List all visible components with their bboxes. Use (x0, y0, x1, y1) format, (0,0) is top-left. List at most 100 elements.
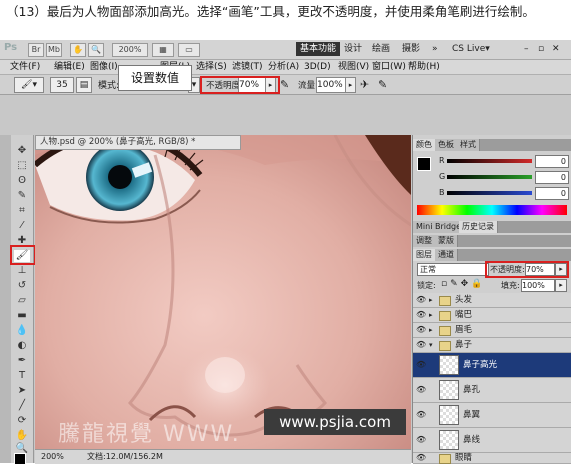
fill-slider-button[interactable]: ▸ (555, 279, 567, 292)
minimize-button[interactable]: – (520, 42, 533, 56)
color-spectrum-ramp[interactable] (417, 205, 567, 215)
flow-slider-button[interactable]: ▸ (345, 77, 356, 93)
eraser-tool-icon[interactable]: ▱ (14, 295, 30, 307)
stamp-tool-icon[interactable]: ⊥ (14, 265, 30, 277)
tool-preset-picker[interactable]: 🖌▾ (14, 77, 44, 93)
bridge-button[interactable]: Br (28, 43, 44, 57)
zoom-level-select[interactable]: 200% (112, 43, 148, 57)
type-tool-icon[interactable]: T (14, 370, 30, 382)
menu-file[interactable]: 文件(F) (10, 61, 40, 73)
brush-panel-toggle[interactable]: ▤ (76, 77, 92, 93)
collapse-arrow-icon[interactable]: ▾ (429, 338, 433, 352)
crop-tool-icon[interactable]: ⌗ (14, 205, 30, 217)
tab-history[interactable]: 历史记录 (459, 221, 498, 233)
airbrush-icon[interactable]: ✈ (360, 78, 369, 91)
restore-button[interactable]: ▫ (534, 42, 548, 56)
visibility-eye-icon[interactable]: 👁 (416, 353, 426, 377)
3d-rotate-tool-icon[interactable]: ⟳ (14, 415, 30, 427)
visibility-eye-icon[interactable]: 👁 (416, 378, 426, 402)
history-brush-tool-icon[interactable]: ↺ (14, 280, 30, 292)
visibility-eye-icon[interactable]: 👁 (416, 428, 426, 452)
blur-tool-icon[interactable]: 💧 (14, 325, 30, 337)
flow-field[interactable]: 100% (316, 77, 346, 93)
blend-mode-select[interactable]: 正常 (417, 263, 489, 276)
visibility-eye-icon[interactable]: 👁 (416, 338, 426, 352)
eyedropper-tool-icon[interactable]: ⁄ (14, 220, 30, 232)
tab-adjustments[interactable]: 调整 (413, 235, 436, 247)
workspace-design[interactable]: 设计 (340, 42, 366, 56)
pressure-size-icon[interactable]: ✎ (378, 78, 387, 91)
menu-3d[interactable]: 3D(D) (304, 61, 331, 73)
tab-mini-bridge[interactable]: Mini Bridge (413, 221, 466, 233)
visibility-eye-icon[interactable]: 👁 (416, 323, 426, 337)
layer-group-nose[interactable]: 👁 ▾ 鼻子 (413, 338, 571, 353)
visibility-eye-icon[interactable]: 👁 (416, 453, 426, 463)
r-slider[interactable] (447, 159, 532, 163)
pressure-opacity-icon[interactable]: ✎ (280, 78, 289, 91)
fg-color-swatch[interactable] (417, 157, 431, 171)
workspace-essentials[interactable]: 基本功能 (296, 42, 341, 56)
gradient-tool-icon[interactable]: ▬ (14, 310, 30, 322)
layer-group-eyes[interactable]: 👁 眼睛 (413, 453, 571, 464)
lasso-tool-icon[interactable]: ʘ (14, 175, 30, 187)
tab-color[interactable]: 颜色 (413, 139, 436, 151)
screen-mode-icon[interactable]: ▭ (178, 43, 200, 57)
marquee-tool-icon[interactable]: ⬚ (14, 160, 30, 172)
status-zoom[interactable]: 200% (41, 450, 64, 464)
g-label: G (439, 172, 446, 181)
g-value[interactable]: 0 (535, 171, 569, 184)
arrange-docs-icon[interactable]: ▦ (152, 43, 174, 57)
lock-icons[interactable]: ▫✎✥🔒 (441, 279, 485, 289)
zoom-icon[interactable]: 🔍 (88, 43, 104, 57)
cslive-button[interactable]: CS Live▾ (448, 42, 494, 56)
minibridge-button[interactable]: Mb (46, 43, 62, 57)
tab-swatches[interactable]: 色板 (435, 139, 458, 151)
expand-arrow-icon[interactable]: ▸ (429, 308, 433, 322)
shape-tool-icon[interactable]: ╱ (14, 400, 30, 412)
tab-channels[interactable]: 通道 (435, 249, 458, 261)
tab-layers[interactable]: 图层 (413, 249, 436, 261)
visibility-eye-icon[interactable]: 👁 (416, 293, 426, 307)
expand-arrow-icon[interactable]: ▸ (429, 293, 433, 307)
document-tab[interactable]: 人物.psd @ 200% (鼻子高光, RGB/8) * (35, 135, 241, 150)
menu-view[interactable]: 视图(V) (338, 61, 369, 73)
workspace-photography[interactable]: 摄影 (398, 42, 424, 56)
menu-filter[interactable]: 滤镜(T) (232, 61, 263, 73)
folder-open-icon (439, 341, 451, 351)
close-button[interactable]: ✕ (548, 42, 564, 56)
b-value[interactable]: 0 (535, 187, 569, 200)
layer-group-eyebrows[interactable]: 👁 ▸ 眉毛 (413, 323, 571, 338)
pen-tool-icon[interactable]: ✒ (14, 355, 30, 367)
fill-field[interactable]: 100% (521, 279, 555, 292)
more-workspaces[interactable]: » (428, 42, 442, 56)
b-slider[interactable] (447, 191, 532, 195)
menu-help[interactable]: 帮助(H) (408, 61, 440, 73)
expand-arrow-icon[interactable]: ▸ (429, 323, 433, 337)
layer-nostril[interactable]: 👁 鼻孔 (413, 378, 571, 403)
g-slider[interactable] (447, 175, 532, 179)
layer-nose-wing[interactable]: 👁 鼻翼 (413, 403, 571, 428)
menu-edit[interactable]: 编辑(E) (54, 61, 85, 73)
layer-group-hair[interactable]: 👁 ▸ 头发 (413, 293, 571, 308)
menu-window[interactable]: 窗口(W) (372, 61, 406, 73)
brush-size-picker[interactable]: 35 (50, 77, 74, 93)
tab-masks[interactable]: 蒙版 (435, 235, 458, 247)
visibility-eye-icon[interactable]: 👁 (416, 308, 426, 322)
foreground-color-swatch[interactable] (14, 453, 26, 465)
layer-group-mouth[interactable]: 👁 ▸ 嘴巴 (413, 308, 571, 323)
tab-styles[interactable]: 样式 (457, 139, 480, 151)
layer-nose-line[interactable]: 👁 鼻线 (413, 428, 571, 453)
quick-select-tool-icon[interactable]: ✎ (14, 190, 30, 202)
hand-icon[interactable]: ✋ (70, 43, 86, 57)
move-tool-icon[interactable]: ✥ (14, 145, 30, 157)
visibility-eye-icon[interactable]: 👁 (416, 403, 426, 427)
menu-analysis[interactable]: 分析(A) (268, 61, 299, 73)
r-value[interactable]: 0 (535, 155, 569, 168)
workspace-painting[interactable]: 绘画 (368, 42, 394, 56)
layer-nose-highlight[interactable]: 👁 鼻子高光 (413, 353, 571, 378)
menu-select[interactable]: 选择(S) (196, 61, 227, 73)
menu-image[interactable]: 图像(I) (90, 61, 118, 73)
path-select-tool-icon[interactable]: ➤ (14, 385, 30, 397)
dodge-tool-icon[interactable]: ◐ (14, 340, 30, 352)
hand-tool-icon[interactable]: ✋ (14, 430, 30, 442)
